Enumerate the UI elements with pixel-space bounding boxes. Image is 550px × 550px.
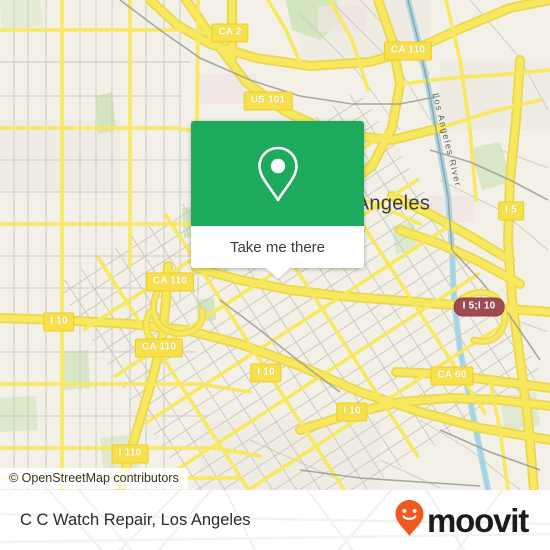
shield-ca-2[interactable]: CA 2 <box>211 23 249 43</box>
shield-ca-110-sw[interactable]: CA 110 <box>134 338 184 358</box>
moovit-wordmark: moovit <box>427 501 529 539</box>
place-title: C C Watch Repair, Los Angeles <box>20 510 251 529</box>
osm-attribution[interactable]: © OpenStreetMap contributors <box>0 468 188 489</box>
moovit-map-page: Los Angeles Los Angeles River CA 2 CA 11… <box>0 0 550 550</box>
shield-i-110[interactable]: I 110 <box>111 444 149 464</box>
shield-ca-110-s[interactable]: CA 110 <box>145 272 195 292</box>
popup-pointer-tail <box>265 268 290 279</box>
moovit-pin-icon <box>394 499 425 542</box>
shield-us-101[interactable]: US 101 <box>243 91 293 111</box>
shield-i-10-east[interactable]: I 10 <box>336 402 368 422</box>
popup-action-area[interactable]: Take me there <box>191 226 364 279</box>
popup-icon-area <box>191 121 364 226</box>
shield-i-5-i-10[interactable]: I 5;I 10 <box>453 297 505 317</box>
take-me-there-label: Take me there <box>229 238 326 256</box>
shield-ca-60[interactable]: CA 60 <box>430 366 474 386</box>
map-pin-icon <box>256 145 300 203</box>
shield-i-10-center[interactable]: I 10 <box>250 363 282 383</box>
shield-i-5[interactable]: I 5 <box>498 201 524 221</box>
shield-ca-110-n[interactable]: CA 110 <box>383 41 433 61</box>
location-popup-card[interactable]: Take me there <box>191 121 364 279</box>
shield-i-10-west[interactable]: I 10 <box>43 312 75 332</box>
map-canvas[interactable]: Los Angeles Los Angeles River CA 2 CA 11… <box>0 0 550 490</box>
footer-bar: C C Watch Repair, Los Angeles moovit <box>0 490 550 550</box>
moovit-logo[interactable]: moovit <box>394 499 529 542</box>
